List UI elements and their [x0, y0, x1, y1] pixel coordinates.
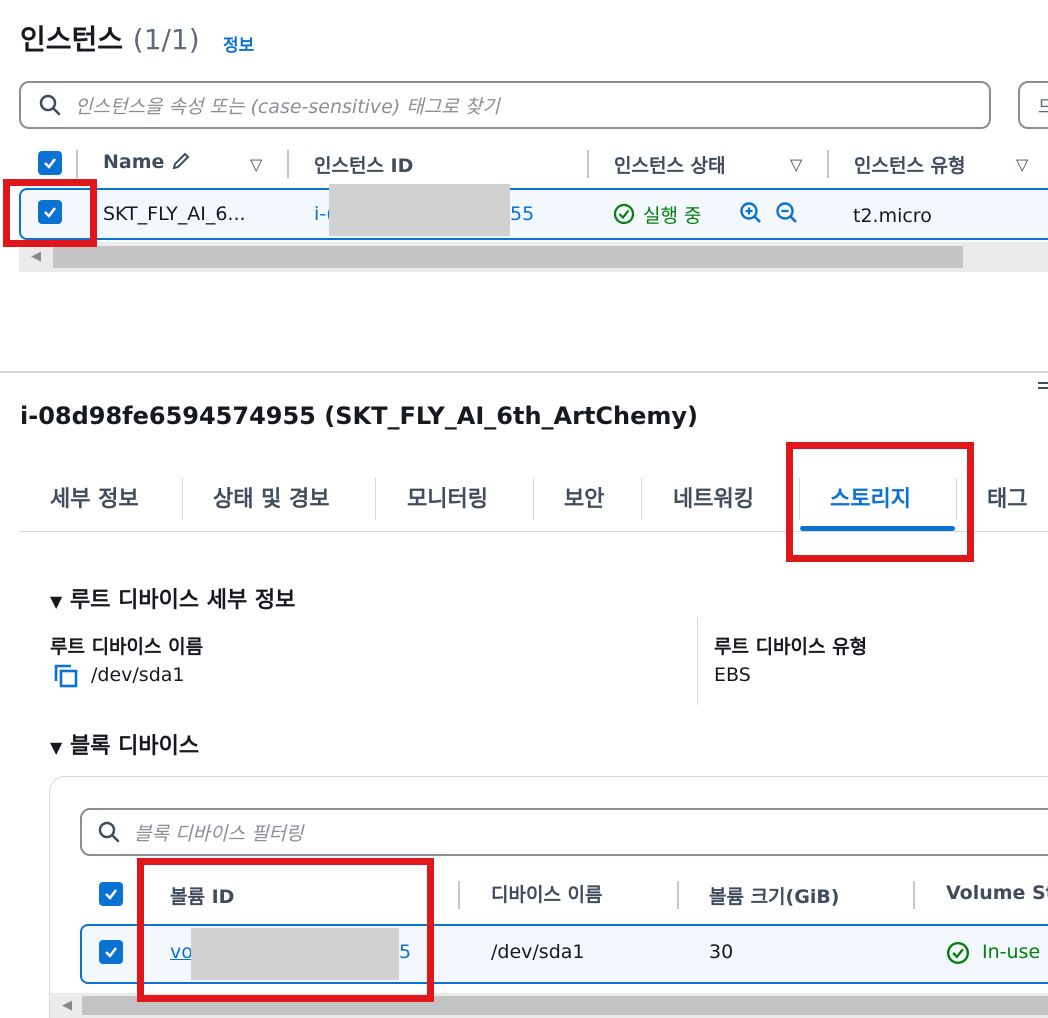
column-header-device-name[interactable]: 디바이스 이름 [491, 880, 603, 907]
success-icon [613, 203, 635, 225]
page-title: 인스턴스 (1/1) [20, 18, 200, 58]
instance-count: (1/1) [132, 23, 200, 56]
row-checkbox[interactable] [99, 940, 123, 964]
zoom-out-icon[interactable] [775, 201, 799, 225]
success-icon [946, 941, 970, 965]
device-name: /dev/sda1 [491, 941, 585, 963]
tab-tags[interactable]: 태그 [987, 481, 1027, 513]
sort-icon[interactable]: ▽ [1016, 155, 1028, 174]
column-header-name-label: Name [103, 151, 165, 173]
column-divider [697, 617, 698, 705]
highlight-box [786, 442, 974, 562]
filter-placeholder: 블록 디바이스 필터링 [134, 822, 304, 845]
check-icon [105, 889, 117, 900]
instance-search-input[interactable]: 인스턴스을 속성 또는 (case-sensitive) 태그로 찾기 [19, 81, 991, 129]
root-device-heading: 루트 디바이스 세부 정보 [69, 588, 296, 613]
search-option-button[interactable]: 드 [1018, 81, 1048, 129]
instance-detail-title: i-08d98fe6594574955 (SKT_FLY_AI_6th_ArtC… [20, 402, 699, 430]
search-option-label: 드 [1038, 97, 1048, 118]
tab-monitoring[interactable]: 모니터링 [407, 481, 488, 513]
copy-icon[interactable] [52, 663, 80, 689]
panel-divider [0, 371, 1048, 373]
horizontal-scrollbar[interactable]: ◀ [19, 242, 1048, 272]
highlight-box [137, 858, 434, 1002]
tab-separator [533, 478, 534, 520]
column-header-volume-size[interactable]: 볼륨 크기(GiB) [709, 882, 840, 909]
instance-name: SKT_FLY_AI_6... [103, 203, 246, 225]
root-device-name-value: /dev/sda1 [91, 664, 185, 686]
search-placeholder: 인스턴스을 속성 또는 (case-sensitive) 태그로 찾기 [75, 95, 500, 118]
tab-separator [182, 478, 183, 520]
scrollbar-thumb[interactable] [53, 246, 963, 268]
caret-down-icon: ▼ [50, 738, 63, 757]
column-separator [458, 881, 460, 909]
column-separator [827, 150, 829, 178]
column-header-instance-id[interactable]: 인스턴스 ID [314, 151, 413, 178]
info-link[interactable]: 정보 [223, 31, 254, 56]
column-separator [913, 881, 915, 909]
resize-handle-icon[interactable] [1038, 380, 1048, 392]
tab-separator [641, 478, 642, 520]
tab-security[interactable]: 보안 [564, 481, 604, 513]
column-header-volume-status[interactable]: Volume St [946, 882, 1048, 904]
instance-id-suffix[interactable]: 55 [510, 203, 534, 225]
column-header-name[interactable]: Name [103, 151, 191, 173]
search-icon [39, 94, 61, 116]
scroll-left-icon[interactable]: ◀ [62, 998, 72, 1013]
scroll-left-icon[interactable]: ◀ [31, 249, 41, 264]
check-icon [44, 158, 56, 169]
column-separator [677, 881, 679, 909]
caret-down-icon: ▼ [50, 592, 63, 611]
column-separator [287, 150, 289, 178]
column-separator [587, 150, 589, 178]
block-devices-heading: 블록 디바이스 [69, 734, 200, 759]
root-device-name-label: 루트 디바이스 이름 [50, 636, 204, 658]
tab-networking[interactable]: 네트워킹 [673, 481, 754, 513]
check-icon [105, 947, 117, 958]
instance-state: 실행 중 [643, 205, 702, 227]
edit-icon[interactable] [171, 151, 191, 171]
highlight-box [3, 179, 97, 247]
sort-icon[interactable]: ▽ [250, 155, 262, 174]
column-header-instance-type[interactable]: 인스턴스 유형 [854, 151, 966, 178]
block-device-filter-input[interactable]: 블록 디바이스 필터링 [80, 808, 1048, 856]
redaction-block [329, 184, 510, 236]
block-devices-section-header[interactable]: ▼ 블록 디바이스 [50, 728, 199, 760]
select-all-checkbox[interactable] [38, 151, 62, 175]
column-separator [76, 150, 78, 178]
root-device-type-value: EBS [714, 664, 751, 686]
tab-details[interactable]: 세부 정보 [50, 481, 139, 513]
page-title-text: 인스턴스 [20, 23, 124, 56]
sort-icon[interactable]: ▽ [790, 155, 802, 174]
instance-type: t2.micro [853, 205, 932, 227]
root-device-type-label: 루트 디바이스 유형 [714, 636, 868, 658]
select-all-checkbox[interactable] [99, 882, 123, 906]
volume-size: 30 [709, 941, 734, 963]
volume-status: In-use [982, 941, 1041, 963]
tab-status-alarms[interactable]: 상태 및 경보 [213, 481, 330, 513]
root-device-section-header[interactable]: ▼ 루트 디바이스 세부 정보 [50, 582, 295, 614]
zoom-in-icon[interactable] [739, 201, 763, 225]
column-header-instance-state[interactable]: 인스턴스 상태 [614, 151, 726, 178]
tab-separator [375, 478, 376, 520]
search-icon [98, 821, 120, 843]
